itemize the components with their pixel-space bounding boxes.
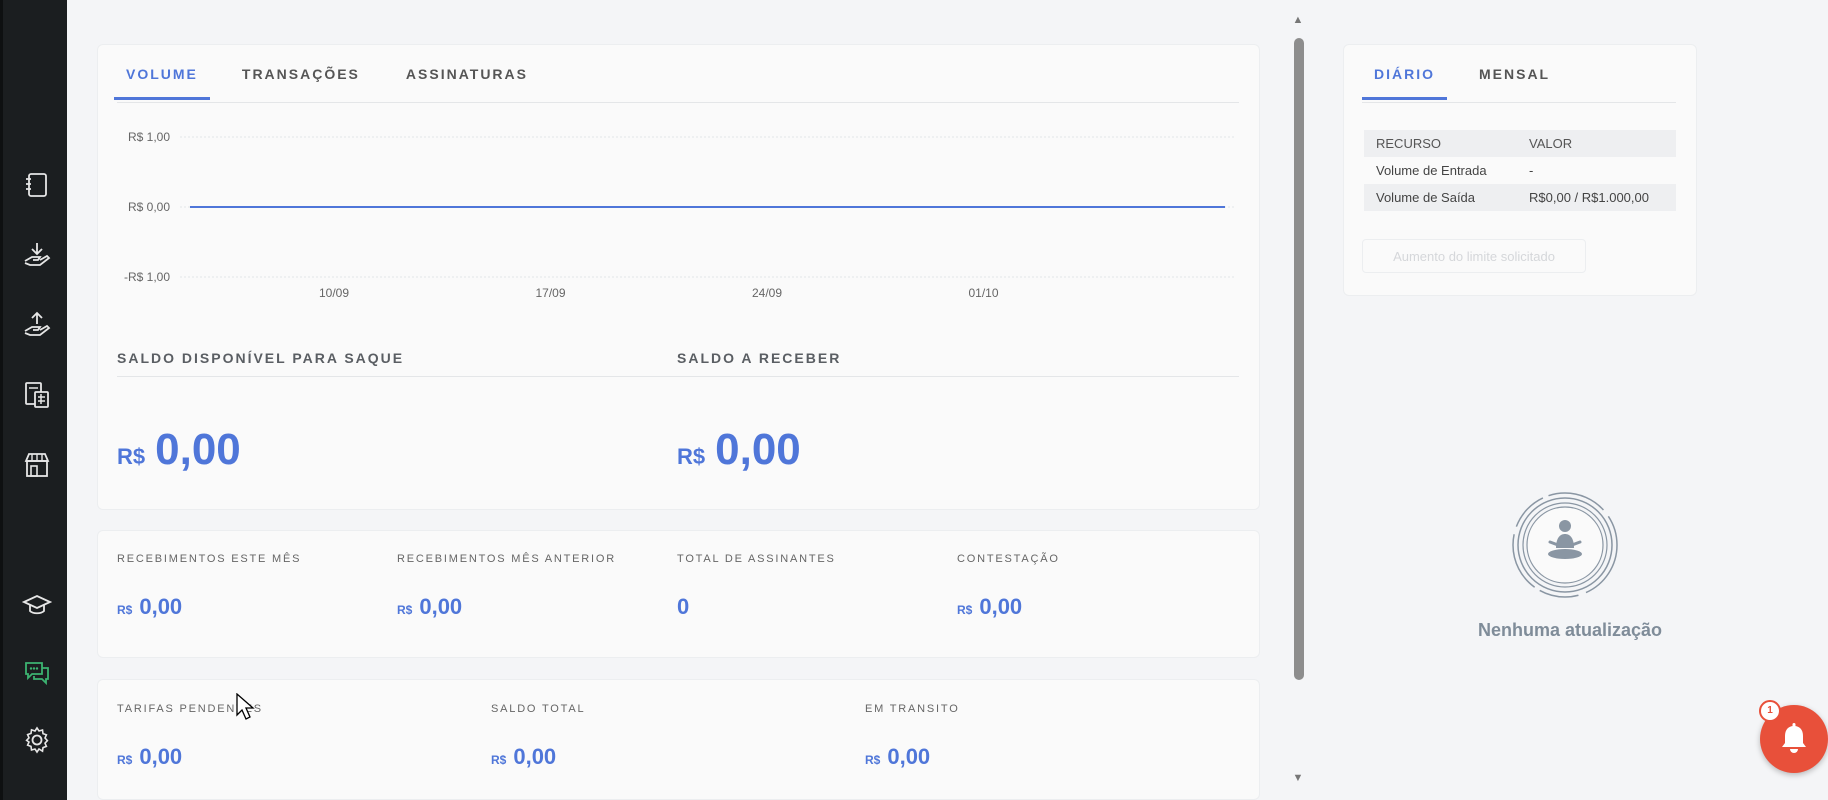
limits-table: RECURSO VALOR Volume de Entrada - Volume…: [1364, 130, 1676, 211]
currency-symbol: R$: [865, 753, 881, 767]
balance-available-value: R$ 0,00: [117, 425, 241, 475]
row-value: R$0,00 / R$1.000,00: [1517, 184, 1676, 211]
currency-symbol: R$: [397, 603, 413, 617]
stat-label-receipts-this-month: RECEBIMENTOS ESTE MÊS: [117, 553, 302, 565]
stat-value-pending-fees: R$ 0,00: [117, 744, 182, 770]
currency-symbol: R$: [491, 753, 507, 767]
x-tick-label: 01/10: [968, 286, 998, 300]
mouse-cursor-icon: [236, 693, 255, 720]
currency-symbol: R$: [117, 444, 146, 469]
currency-symbol: R$: [117, 603, 133, 617]
balance-available-label: SALDO DISPONÍVEL PARA SAQUE: [117, 350, 405, 366]
x-tick-label: 10/09: [319, 286, 349, 300]
tab-transacoes[interactable]: TRANSAÇÕES: [228, 48, 374, 100]
y-tick-label: -R$ 1,00: [124, 270, 170, 284]
currency-symbol: R$: [677, 444, 706, 469]
balance-receivable-amount: 0,00: [715, 425, 801, 474]
notification-count-badge: 1: [1759, 700, 1781, 722]
row-value: -: [1529, 163, 1534, 178]
balance-receivable-label: SALDO A RECEBER: [677, 350, 842, 366]
calculator-icon[interactable]: [21, 379, 53, 411]
currency-symbol: R$: [957, 603, 973, 617]
stat-label-receipts-last-month: RECEBIMENTOS MÊS ANTERIOR: [397, 553, 616, 565]
tab-assinaturas[interactable]: ASSINATURAS: [392, 48, 542, 100]
stat-amount: 0,00: [979, 594, 1023, 619]
scrollbar-thumb[interactable]: [1294, 38, 1304, 680]
y-tick-label: R$ 0,00: [128, 200, 170, 214]
tab-volume[interactable]: VOLUME: [114, 48, 210, 100]
x-tick-label: 17/09: [535, 286, 565, 300]
no-updates-message: Nenhuma atualização: [1477, 620, 1663, 640]
stat-value-total-balance: R$ 0,00: [491, 744, 556, 770]
deposit-hand-icon[interactable]: [21, 239, 53, 271]
balance-available-amount: 0,00: [155, 425, 241, 474]
balance-receivable-value: R$ 0,00: [677, 425, 801, 475]
header-resource: RECURSO: [1364, 130, 1517, 157]
table-header-row: RECURSO VALOR: [1364, 130, 1676, 157]
bell-icon: [1782, 723, 1806, 753]
balance-divider: [117, 376, 1239, 377]
tab-daily[interactable]: DIÁRIO: [1362, 48, 1447, 100]
stat-amount: 0: [677, 594, 690, 619]
table-row: Volume de Entrada -: [1364, 157, 1676, 184]
stat-value-receipts-this-month: R$ 0,00: [117, 594, 182, 620]
fees-stats-card: [97, 679, 1260, 800]
table-row: Volume de Saída R$0,00 / R$1.000,00: [1364, 184, 1676, 211]
tabs-divider: [117, 102, 1239, 103]
stat-amount: 0,00: [419, 594, 463, 619]
stat-value-chargebacks: R$ 0,00: [957, 594, 1022, 620]
stat-value-in-transit: R$ 0,00: [865, 744, 930, 770]
stat-amount: 0,00: [887, 744, 931, 769]
volume-line-chart: R$ 1,00 R$ 0,00 -R$ 1,00 10/09 17/09 24/09 01/…: [124, 130, 1235, 300]
stat-amount: 0,00: [139, 594, 183, 619]
scroll-down-arrow[interactable]: ▼: [1290, 772, 1306, 784]
stat-label-chargebacks: CONTESTAÇÃO: [957, 553, 1060, 565]
stat-label-in-transit: EM TRANSITO: [865, 703, 960, 715]
stat-value-total-subscribers: 0: [677, 594, 689, 620]
notebook-icon[interactable]: [21, 169, 53, 201]
limits-tabs: DIÁRIO MENSAL: [1362, 48, 1564, 100]
row-resource: Volume de Saída: [1364, 184, 1517, 211]
withdraw-hand-icon[interactable]: [21, 309, 53, 341]
stat-label-total-balance: SALDO TOTAL: [491, 703, 586, 715]
currency-symbol: R$: [117, 753, 133, 767]
header-value: VALOR: [1517, 130, 1676, 157]
graduation-cap-icon[interactable]: [21, 589, 53, 621]
sidebar: [0, 0, 67, 800]
tab-monthly[interactable]: MENSAL: [1465, 48, 1564, 100]
chat-support-icon[interactable]: [21, 657, 53, 689]
limits-tabs-divider: [1362, 102, 1676, 103]
settings-gear-icon[interactable]: [21, 724, 53, 756]
stat-amount: 0,00: [513, 744, 557, 769]
volume-tabs: VOLUME TRANSAÇÕES ASSINATURAS: [114, 48, 542, 100]
row-resource: Volume de Entrada: [1376, 163, 1487, 178]
x-tick-label: 24/09: [752, 286, 782, 300]
store-icon[interactable]: [21, 449, 53, 481]
stat-amount: 0,00: [139, 744, 183, 769]
stat-label-total-subscribers: TOTAL DE ASSINANTES: [677, 553, 836, 565]
meditation-empty-icon: [1512, 492, 1618, 598]
y-tick-label: R$ 1,00: [128, 130, 170, 144]
scroll-up-arrow[interactable]: ▲: [1290, 14, 1306, 26]
stat-value-receipts-last-month: R$ 0,00: [397, 594, 462, 620]
limit-increase-requested-button: Aumento do limite solicitado: [1362, 239, 1586, 273]
